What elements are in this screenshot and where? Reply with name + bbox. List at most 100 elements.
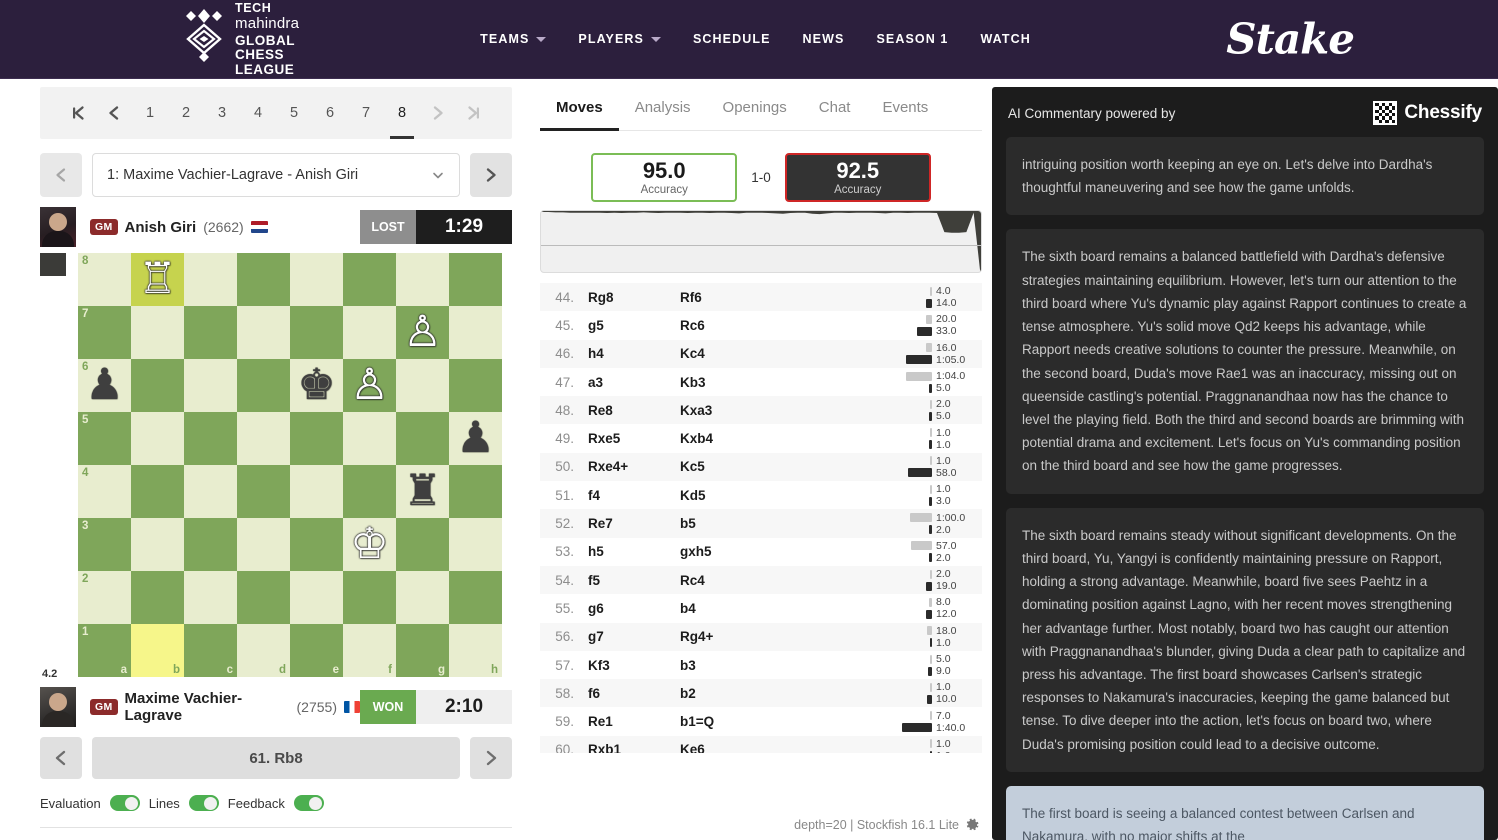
- board-square-d6[interactable]: [237, 359, 290, 412]
- move-black[interactable]: Rf6: [680, 290, 896, 305]
- board-square-a1[interactable]: 1a: [78, 624, 131, 677]
- board-square-g6[interactable]: [396, 359, 449, 412]
- move-white[interactable]: f6: [588, 686, 680, 701]
- pagination-page-5[interactable]: 5: [276, 87, 312, 139]
- nav-item-teams[interactable]: TEAMS: [464, 22, 562, 56]
- player-name[interactable]: Anish Giri: [125, 219, 197, 236]
- move-white[interactable]: g7: [588, 629, 680, 644]
- white-king-f3[interactable]: ♔: [343, 518, 396, 571]
- board-square-d3[interactable]: [237, 518, 290, 571]
- commentary-card[interactable]: The sixth board remains a balanced battl…: [1006, 229, 1484, 494]
- move-row[interactable]: 44. Rg8 Rf6 4.0 14.0: [540, 283, 982, 312]
- board-square-f5[interactable]: [343, 412, 396, 465]
- board-square-c1[interactable]: c: [184, 624, 237, 677]
- board-square-c5[interactable]: [184, 412, 237, 465]
- board-square-h5[interactable]: ♟: [449, 412, 502, 465]
- nav-item-watch[interactable]: WATCH: [964, 22, 1046, 56]
- move-row[interactable]: 56. g7 Rg4+ 18.0 1.0: [540, 622, 982, 651]
- move-black[interactable]: Kc4: [680, 346, 896, 361]
- pagination-page-6[interactable]: 6: [312, 87, 348, 139]
- pagination-prev-button[interactable]: [96, 87, 132, 139]
- move-row[interactable]: 48. Re8 Kxa3 2.0 5.0: [540, 396, 982, 425]
- move-white[interactable]: Rxb1: [588, 742, 680, 753]
- board-square-g2[interactable]: [396, 571, 449, 624]
- gear-icon[interactable]: [966, 818, 980, 832]
- board-square-e2[interactable]: [290, 571, 343, 624]
- move-row[interactable]: 47. a3 Kb3 1:04.0 5.0: [540, 368, 982, 396]
- stake-sponsor-logo[interactable]: Stake: [1226, 15, 1355, 64]
- board-square-d7[interactable]: [237, 306, 290, 359]
- pagination-page-4[interactable]: 4: [240, 87, 276, 139]
- nav-item-schedule[interactable]: SCHEDULE: [677, 22, 787, 56]
- board-square-e8[interactable]: [290, 253, 343, 306]
- ai-commentary-panel[interactable]: AI Commentary powered by Chessify intrig…: [992, 87, 1498, 840]
- move-row[interactable]: 60.Rxb1Ke61.01.0: [540, 735, 982, 753]
- board-square-d8[interactable]: [237, 253, 290, 306]
- move-white[interactable]: g6: [588, 601, 680, 616]
- board-square-c8[interactable]: [184, 253, 237, 306]
- board-square-f6[interactable]: ♙: [343, 359, 396, 412]
- board-square-f4[interactable]: [343, 465, 396, 518]
- pagination-next-button[interactable]: [420, 87, 456, 139]
- evaluation-graph[interactable]: [540, 210, 982, 273]
- white-rook-b8[interactable]: ♖: [131, 253, 184, 306]
- board-square-h6[interactable]: [449, 359, 502, 412]
- tab-chat[interactable]: Chat: [803, 87, 867, 130]
- pagination-last-button[interactable]: [456, 87, 492, 139]
- pagination-page-1[interactable]: 1: [132, 87, 168, 139]
- move-black[interactable]: Rg4+: [680, 629, 896, 644]
- toggle-evaluation[interactable]: [109, 795, 140, 811]
- move-black[interactable]: Kb3: [680, 375, 896, 390]
- pagination-first-button[interactable]: [60, 87, 96, 139]
- move-white[interactable]: Re1: [588, 714, 680, 729]
- move-white[interactable]: f5: [588, 573, 680, 588]
- move-black[interactable]: Rc4: [680, 573, 896, 588]
- board-square-f8[interactable]: [343, 253, 396, 306]
- black-rook-g4[interactable]: ♜: [396, 465, 449, 518]
- board-square-f7[interactable]: [343, 306, 396, 359]
- board-square-e7[interactable]: [290, 306, 343, 359]
- board-square-f2[interactable]: [343, 571, 396, 624]
- move-row[interactable]: 57. Kf3 b3 5.0 9.0: [540, 651, 982, 679]
- board-square-g1[interactable]: g: [396, 624, 449, 677]
- move-black[interactable]: gxh5: [680, 544, 896, 559]
- move-row[interactable]: 54. f5 Rc4 2.0 19.0: [540, 565, 982, 595]
- board-square-a6[interactable]: 6 ♟: [78, 359, 131, 412]
- board-square-b5[interactable]: [131, 412, 184, 465]
- pagination-page-7[interactable]: 7: [348, 87, 384, 139]
- game-prev-button[interactable]: [40, 153, 82, 197]
- board-square-c4[interactable]: [184, 465, 237, 518]
- tab-openings[interactable]: Openings: [707, 87, 803, 130]
- pagination-page-2[interactable]: 2: [168, 87, 204, 139]
- commentary-card-active[interactable]: The first board is seeing a balanced con…: [1006, 785, 1484, 840]
- board-square-g5[interactable]: [396, 412, 449, 465]
- move-row[interactable]: 58. f6 b2 1.0 10.0: [540, 679, 982, 708]
- move-black[interactable]: Kxa3: [680, 403, 896, 418]
- board-square-a8[interactable]: 8: [78, 253, 131, 306]
- tech-mahindra-gcl-logo[interactable]: TECH mahindra GLOBAL CHESS LEAGUE: [182, 2, 299, 76]
- board-square-h1[interactable]: h: [449, 624, 502, 677]
- move-row[interactable]: 52. Re7 b5 1:00.0 2.0: [540, 509, 982, 538]
- move-black[interactable]: Ke6: [680, 742, 896, 753]
- board-square-h2[interactable]: [449, 571, 502, 624]
- board-square-f3[interactable]: ♔: [343, 518, 396, 571]
- move-white[interactable]: Kf3: [588, 658, 680, 673]
- board-square-d1[interactable]: d: [237, 624, 290, 677]
- board-square-h3[interactable]: [449, 518, 502, 571]
- move-black[interactable]: b1=Q: [680, 714, 896, 729]
- tab-moves[interactable]: Moves: [540, 87, 619, 131]
- board-square-a7[interactable]: 7: [78, 306, 131, 359]
- nav-item-season-1[interactable]: SEASON 1: [860, 22, 964, 56]
- pagination-page-3[interactable]: 3: [204, 87, 240, 139]
- move-white[interactable]: Rxe5: [588, 431, 680, 446]
- board-square-a4[interactable]: 4: [78, 465, 131, 518]
- pagination-page-8[interactable]: 8: [384, 87, 420, 139]
- black-king-e6[interactable]: ♚: [290, 359, 343, 412]
- board-square-b8[interactable]: ♖: [131, 253, 184, 306]
- chessboard[interactable]: 8 ♖ 7 ♙ 6 ♟ ♚ ♙ 5 ♟ 4 ♜ 3 ♔ 2 1 a b c d e f g h: [78, 253, 502, 677]
- nav-item-players[interactable]: PLAYERS: [562, 22, 677, 56]
- board-square-e4[interactable]: [290, 465, 343, 518]
- move-white[interactable]: Rg8: [588, 290, 680, 305]
- move-row[interactable]: 53. h5 gxh5 57.0 2.0: [540, 538, 982, 566]
- board-square-a2[interactable]: 2: [78, 571, 131, 624]
